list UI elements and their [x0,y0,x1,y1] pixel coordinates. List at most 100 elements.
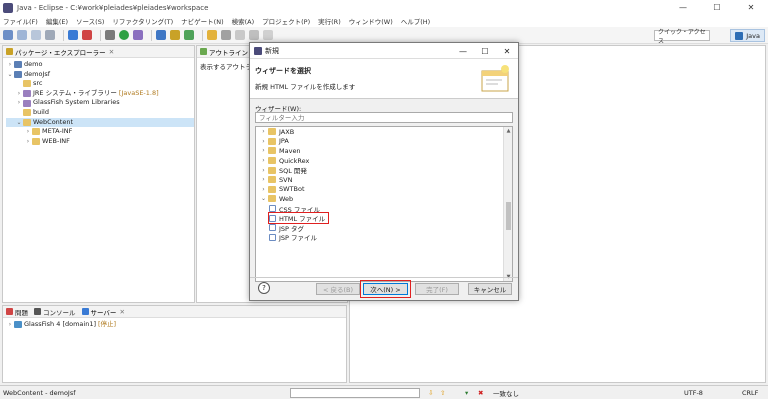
new-java-project-icon[interactable] [156,30,166,40]
expand-icon[interactable]: › [24,127,32,137]
file-icon [269,233,276,241]
menu-help[interactable]: ヘルプ(H) [401,16,430,26]
cancel-button[interactable]: キャンセル [468,283,512,295]
save-icon[interactable] [17,30,27,40]
search-icon[interactable] [221,30,231,40]
stop-icon[interactable] [82,30,92,40]
wizard-item[interactable]: › QuickRex [256,156,512,166]
expand-icon[interactable]: ⌄ [15,118,23,128]
wizard-tree-scrollbar[interactable]: ▲ ▼ [503,127,512,281]
tree-item[interactable]: › META-INF [6,127,194,137]
tab-console[interactable]: コンソール [34,307,76,317]
tree-item[interactable]: › JRE システム・ライブラリー [JavaSE-1.8] [6,89,194,99]
wizard-item[interactable]: CSS ファイル [256,204,512,214]
wizard-item-label: SVN [279,175,293,184]
dropdown-icon[interactable]: ▾ [465,389,468,397]
close-tab-icon[interactable]: ✕ [119,308,124,316]
expand-icon[interactable]: › [259,167,268,174]
maximize-button[interactable]: ☐ [700,0,734,15]
tree-item[interactable]: › WEB-INF [6,137,194,147]
tab-problems[interactable]: 問題 [6,307,28,317]
wizard-item[interactable]: › SQL 開発 [256,165,512,175]
dialog-maximize-button[interactable]: ☐ [474,43,496,59]
save-all-icon[interactable] [31,30,41,40]
menu-search[interactable]: 検索(A) [232,16,255,26]
print-icon[interactable] [45,30,55,40]
expand-icon[interactable]: › [259,138,268,145]
wizard-item[interactable]: › SVN [256,175,512,185]
clear-find-icon[interactable]: ✖ [478,389,483,397]
tree-item-label: demoJsf [24,69,51,78]
tree-item[interactable]: › GlassFish System Libraries [6,98,194,108]
find-next-icon[interactable]: ⇩ [428,389,433,397]
wizard-item[interactable]: JSP タグ [256,223,512,233]
expand-icon[interactable]: › [15,89,23,99]
wizard-filter-input[interactable] [255,112,513,123]
debug-icon[interactable] [105,30,115,40]
menu-refactor[interactable]: リファクタリング(T) [112,16,173,26]
expand-icon[interactable]: ⌄ [259,195,268,202]
find-previous-icon[interactable]: ⇧ [440,389,445,397]
menu-file[interactable]: ファイル(F) [3,16,38,26]
wizard-item[interactable]: › JAXB [256,127,512,137]
expand-icon[interactable]: › [259,186,268,193]
wizard-item[interactable]: ⌄ Web [256,194,512,204]
problems-icon [6,308,13,315]
menu-navigate[interactable]: ナビゲート(N) [181,16,223,26]
expand-icon[interactable]: › [259,128,268,135]
run-icon[interactable] [119,30,129,40]
tree-item[interactable]: › demo [6,60,194,70]
menu-window[interactable]: ウィンドウ(W) [349,16,393,26]
project-icon [14,61,22,69]
expand-icon[interactable]: › [15,98,23,108]
menu-source[interactable]: ソース(S) [76,16,104,26]
dialog-close-button[interactable]: ✕ [496,43,518,59]
annotation-icon[interactable] [235,30,245,40]
new-package-icon[interactable] [170,30,180,40]
minimize-button[interactable]: — [666,0,700,15]
menu-edit[interactable]: 編集(E) [46,16,68,26]
outline-tab-label: アウトライン [209,48,248,57]
wizard-item[interactable]: › Maven [256,146,512,156]
expand-icon[interactable]: › [259,147,268,154]
wizard-item[interactable]: HTML ファイル [256,212,512,225]
tree-item[interactable]: ⌄ demoJsf [6,70,194,80]
wizard-item[interactable]: JSP ファイル [256,233,512,242]
tab-outline[interactable]: アウトライン [200,47,248,57]
expand-icon[interactable]: › [24,137,32,147]
close-button[interactable]: ✕ [734,0,768,15]
external-tools-icon[interactable] [133,30,143,40]
back-icon[interactable] [249,30,259,40]
server-row[interactable]: › GlassFish 4 [domain1] [停止] [6,320,346,330]
finish-button[interactable]: 完了(F) [415,283,459,295]
find-input[interactable] [290,388,420,398]
server-icon[interactable] [68,30,78,40]
back-button[interactable]: < 戻る(B) [316,283,360,295]
forward-icon[interactable] [263,30,273,40]
menu-run[interactable]: 実行(R) [318,16,341,26]
help-button[interactable]: ? [258,282,270,294]
close-tab-icon[interactable]: ✕ [109,48,114,56]
expand-icon[interactable]: › [259,176,268,183]
tree-item[interactable]: build [6,108,194,118]
new-icon[interactable] [3,30,13,40]
tab-servers[interactable]: サーバー ✕ [81,307,125,317]
new-class-icon[interactable] [184,30,194,40]
dialog-minimize-button[interactable]: — [452,43,474,59]
wizard-item[interactable]: › JPA [256,137,512,147]
tree-item[interactable]: ⌄ WebContent [6,117,194,128]
menu-project[interactable]: プロジェクト(P) [262,16,310,26]
scrollbar-thumb[interactable] [506,202,511,230]
package-explorer-view: パッケージ・エクスプローラー ✕ › demo ⌄ demoJsf src › JRE シス… [2,45,195,303]
java-perspective-button[interactable]: Java [730,29,765,42]
expand-icon[interactable]: › [6,320,14,330]
open-type-icon[interactable] [207,30,217,40]
tab-package-explorer[interactable]: パッケージ・エクスプローラー ✕ [6,47,114,57]
expand-icon[interactable]: ⌄ [6,70,14,80]
scroll-up-icon[interactable]: ▲ [504,128,512,134]
tree-item[interactable]: src [6,79,194,89]
expand-icon[interactable]: › [259,157,268,164]
expand-icon[interactable]: › [6,60,14,70]
quick-access-input[interactable]: クイック・アクセス [654,29,710,45]
wizard-item[interactable]: › SWTBot [256,185,512,195]
